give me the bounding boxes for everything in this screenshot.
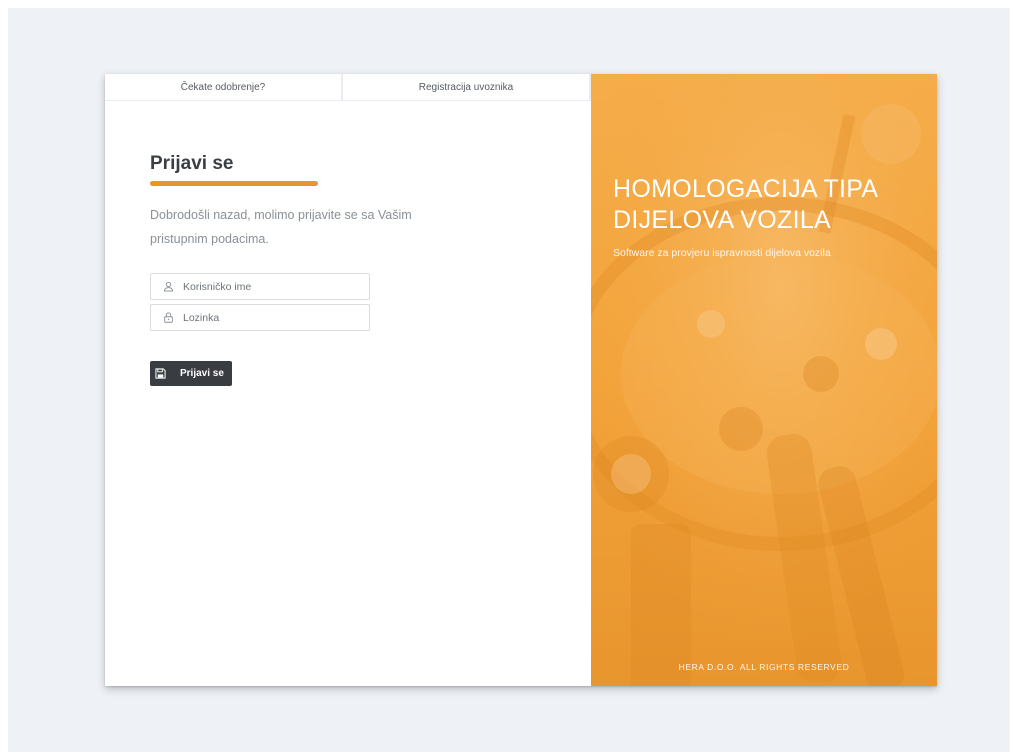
hero-title: HOMOLOGACIJA TIPA DIJELOVA VOZILA [613,175,877,234]
password-input[interactable] [183,311,353,324]
tab-importer-registration[interactable]: Registracija uvoznika [343,74,589,100]
password-field[interactable] [150,304,370,331]
hero-subtitle: Software za provjeru ispravnosti dijelov… [613,247,831,259]
tab-awaiting-approval[interactable]: Čekate odobrenje? [105,74,341,100]
username-input[interactable] [183,280,353,293]
welcome-text: Dobrodošli nazad, molimo prijavite se sa… [150,208,412,246]
hero-panel: HOMOLOGACIJA TIPA DIJELOVA VOZILA Softwa… [591,74,937,686]
login-button-label: Prijavi se [180,368,224,379]
login-panel: Prijavi se Dobrodošli nazad, molimo prij… [105,101,591,686]
username-field[interactable] [150,273,370,300]
page-title: Prijavi se [150,153,234,174]
copyright-text: HERA D.O.O. ALL RIGHTS RESERVED [678,662,850,672]
login-card: Čekate odobrenje? Registracija uvoznika … [105,74,937,686]
user-icon [163,281,174,292]
engine-background-image [591,74,937,686]
top-tabs: Čekate odobrenje? Registracija uvoznika [105,74,591,101]
lock-icon [164,312,173,323]
save-icon [155,368,166,379]
login-button[interactable]: Prijavi se [150,361,232,386]
title-underline [150,181,318,186]
